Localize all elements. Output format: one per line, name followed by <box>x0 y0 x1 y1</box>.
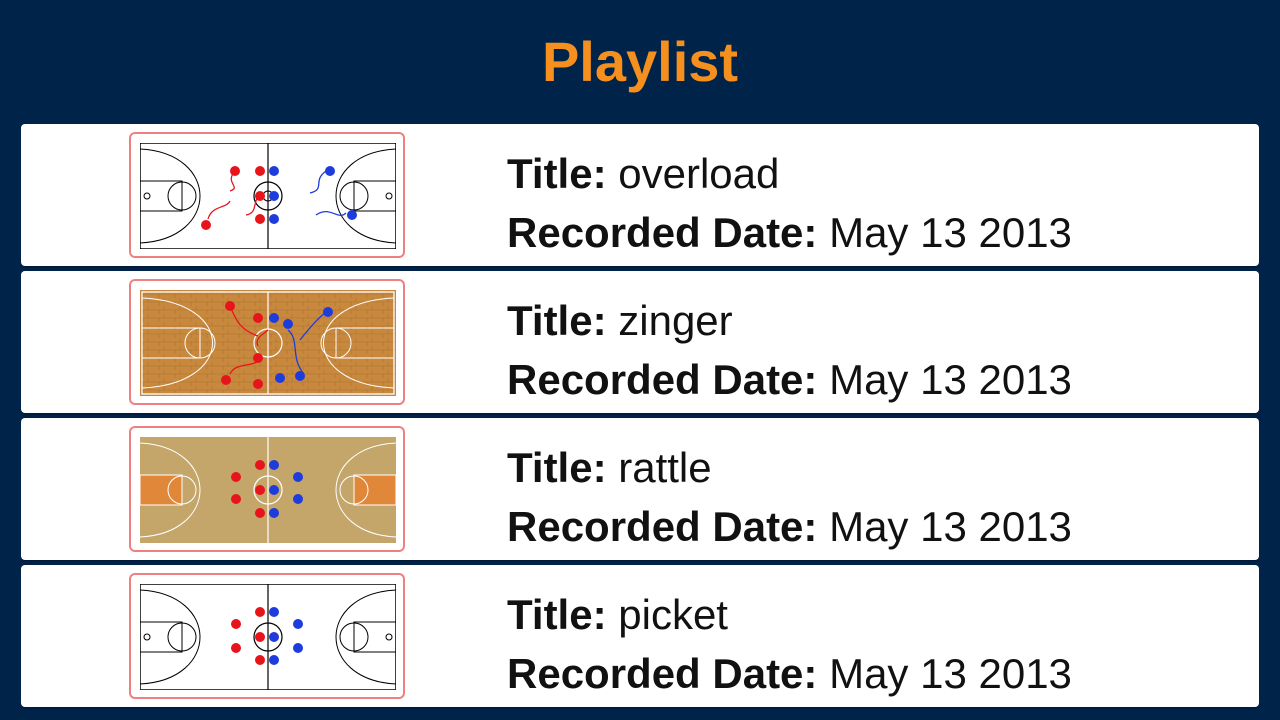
title-label: Title: <box>507 444 607 491</box>
date-row: Recorded Date: May 13 2013 <box>507 203 1072 262</box>
recorded-date: May 13 2013 <box>829 503 1072 550</box>
play-info: Title: rattle Recorded Date: May 13 2013 <box>507 438 1072 556</box>
court-diagram-tan <box>140 437 396 543</box>
title-row: Title: picket <box>507 585 1072 644</box>
recorded-date: May 13 2013 <box>829 356 1072 403</box>
court-diagram-hardwood <box>140 290 396 396</box>
recorded-date-label: Recorded Date: <box>507 209 818 256</box>
play-thumbnail <box>129 279 405 405</box>
title-row: Title: overload <box>507 144 1072 203</box>
play-info: Title: picket Recorded Date: May 13 2013 <box>507 585 1072 703</box>
play-info: Title: overload Recorded Date: May 13 20… <box>507 144 1072 262</box>
header: Playlist <box>0 0 1280 124</box>
recorded-date: May 13 2013 <box>829 650 1072 697</box>
playlist-item[interactable]: Title: zinger Recorded Date: May 13 2013 <box>21 271 1259 413</box>
play-thumbnail <box>129 426 405 552</box>
date-row: Recorded Date: May 13 2013 <box>507 497 1072 556</box>
recorded-date-label: Recorded Date: <box>507 650 818 697</box>
court-diagram-white <box>140 584 396 690</box>
play-title: zinger <box>618 297 733 344</box>
play-title: picket <box>618 591 728 638</box>
title-row: Title: rattle <box>507 438 1072 497</box>
play-thumbnail <box>129 573 405 699</box>
title-label: Title: <box>507 150 607 197</box>
title-row: Title: zinger <box>507 291 1072 350</box>
play-thumbnail <box>129 132 405 258</box>
play-info: Title: zinger Recorded Date: May 13 2013 <box>507 291 1072 409</box>
recorded-date-label: Recorded Date: <box>507 356 818 403</box>
playlist-item[interactable]: Title: rattle Recorded Date: May 13 2013 <box>21 418 1259 560</box>
title-label: Title: <box>507 297 607 344</box>
playlist-item[interactable]: Title: overload Recorded Date: May 13 20… <box>21 124 1259 266</box>
play-title: rattle <box>618 444 712 491</box>
recorded-date: May 13 2013 <box>829 209 1072 256</box>
court-diagram-white <box>140 143 396 249</box>
play-title: overload <box>618 150 780 197</box>
date-row: Recorded Date: May 13 2013 <box>507 644 1072 703</box>
date-row: Recorded Date: May 13 2013 <box>507 350 1072 409</box>
recorded-date-label: Recorded Date: <box>507 503 818 550</box>
title-label: Title: <box>507 591 607 638</box>
page-title: Playlist <box>541 29 739 93</box>
playlist[interactable]: Title: overload Recorded Date: May 13 20… <box>21 124 1259 720</box>
playlist-item[interactable]: Title: picket Recorded Date: May 13 2013 <box>21 565 1259 707</box>
